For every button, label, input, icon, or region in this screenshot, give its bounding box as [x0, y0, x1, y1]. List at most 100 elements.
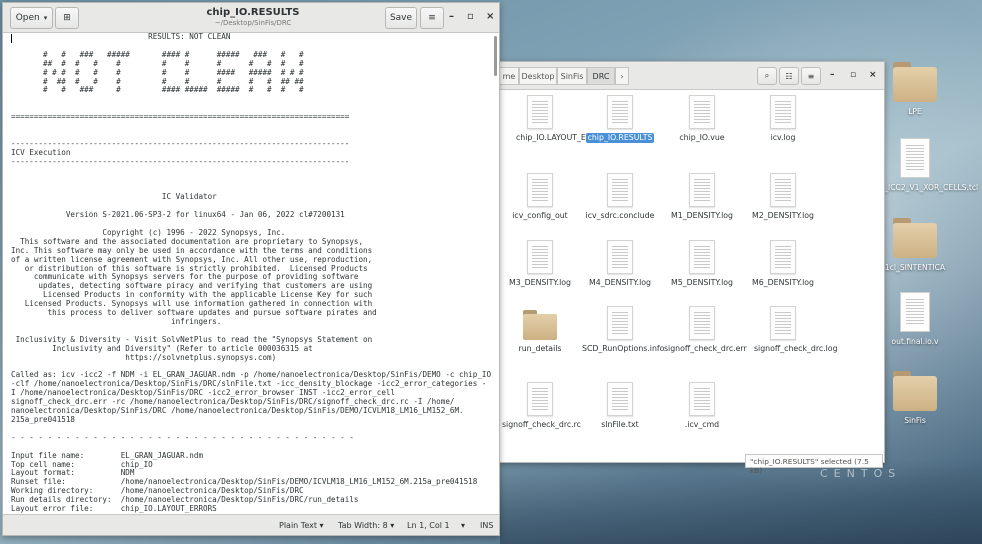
file-label: M1_DENSITY.log [671, 211, 733, 220]
desktop-icon-label: 1cl_SINTENTICA [884, 263, 946, 272]
file-item[interactable]: signoff_check_drc.err [662, 306, 747, 354]
chevron-down-icon: ▾ [319, 521, 324, 530]
file-label: run_details [518, 344, 562, 353]
file-item[interactable]: M4_DENSITY.log [580, 240, 660, 288]
file-item[interactable]: M5_DENSITY.log [662, 240, 742, 288]
text-line [11, 95, 493, 104]
document-icon [900, 138, 930, 178]
desktop-file-tcl[interactable]: F6_ICC2_V1_XOR_CELLS.tcl [875, 138, 978, 192]
insert-mode[interactable]: INS [480, 521, 493, 530]
window-subtitle: ~/Desktop/SinFis/DRC [214, 19, 292, 27]
folder-icon [893, 218, 937, 258]
scrollbar[interactable] [494, 36, 497, 76]
file-item[interactable]: SCD_RunOptions.info [580, 306, 664, 354]
desktop-icon-label: LPE [908, 107, 922, 116]
text-line [11, 176, 493, 185]
file-item[interactable]: M1_DENSITY.log [662, 173, 742, 221]
desktop-file-verilog[interactable]: out.final.io.v [875, 292, 955, 346]
document-icon [689, 306, 715, 340]
file-item[interactable]: icv_config_out [500, 173, 580, 221]
file-item[interactable]: icv_sdrc.conclude [580, 173, 660, 221]
maximize-button[interactable]: ▫ [467, 11, 474, 22]
folder-icon [893, 371, 937, 411]
document-icon [689, 240, 715, 274]
menu-button[interactable]: ≡ [420, 7, 444, 29]
file-label: chip_IO.RESULTS [585, 133, 655, 143]
position-chevron-down-icon[interactable]: ▾ [461, 521, 465, 530]
text-line: IC Validator [11, 192, 217, 202]
breadcrumb-forward-icon[interactable]: › [615, 67, 629, 85]
file-label: M4_DENSITY.log [589, 278, 651, 287]
document-icon [770, 173, 796, 207]
breadcrumb-home[interactable]: me [499, 67, 519, 85]
minimize-button[interactable]: – [830, 70, 835, 80]
file-item[interactable]: M3_DENSITY.log [500, 240, 580, 288]
file-item-selected[interactable]: chip_IO.RESULTS [580, 95, 660, 143]
menu-button[interactable]: ≡ [801, 67, 821, 85]
breadcrumb-desktop[interactable]: Desktop [519, 67, 557, 85]
file-manager-window: me Desktop SinFis DRC › ⌕ ☷ ≡ – ▫ × chip… [499, 61, 885, 475]
text-line: ========================================… [11, 112, 350, 122]
document-icon [900, 292, 930, 332]
list-view-icon: ☷ [785, 71, 793, 81]
file-label: chip_IO.LAYOUT_ERRORS [516, 133, 614, 142]
search-button[interactable]: ⌕ [757, 67, 777, 85]
text-line: ----------------------------------------… [11, 138, 350, 148]
cursor-position[interactable]: Ln 1, Col 1 [407, 521, 450, 530]
minimize-button[interactable]: – [449, 11, 454, 22]
hamburger-icon: ≡ [807, 71, 815, 81]
chevron-down-icon: ▾ [390, 521, 395, 530]
wallpaper-shade [500, 460, 982, 544]
tab-width-selector[interactable]: Tab Width: 8 ▾ [338, 521, 394, 530]
close-button[interactable]: × [869, 70, 877, 80]
folder-icon [893, 62, 937, 102]
open-button[interactable]: Open ▾ [10, 7, 53, 29]
close-button[interactable]: × [486, 11, 494, 22]
breadcrumb-drc[interactable]: DRC [587, 67, 615, 85]
document-icon [527, 382, 553, 416]
file-manager-header: me Desktop SinFis DRC › ⌕ ☷ ≡ – ▫ × [499, 62, 884, 90]
file-label: signoff_check_drc.log [754, 344, 838, 353]
file-item[interactable]: slnFile.txt [580, 382, 660, 430]
file-item[interactable]: chip_IO.LAYOUT_ERRORS [500, 95, 614, 143]
file-item[interactable]: signoff_check_drc.rc [500, 382, 581, 430]
text-view[interactable]: RESULTS: NOT CLEAN # # ### ##### #### # … [3, 33, 499, 514]
folder-item[interactable]: run_details [500, 306, 580, 354]
file-item[interactable]: M6_DENSITY.log [743, 240, 823, 288]
file-item[interactable]: chip_IO.vue [662, 95, 742, 143]
window-title: chip_IO.RESULTS [206, 7, 300, 18]
document-icon [689, 95, 715, 129]
folder-icon [523, 310, 557, 340]
text-line: Version S-2021.06-SP3-2 for linux64 - Ja… [11, 210, 345, 220]
desktop-folder-sinfis[interactable]: SinFis [875, 371, 955, 425]
text-line: 215a_pre041518 [11, 414, 76, 424]
breadcrumb-sinfis[interactable]: SinFis [557, 67, 587, 85]
new-document-button[interactable]: ⊞ [55, 7, 79, 29]
save-button[interactable]: Save [385, 7, 417, 29]
file-label: icv_config_out [512, 211, 568, 220]
document-icon [607, 240, 633, 274]
desktop-folder-lpe[interactable]: LPE [875, 62, 955, 116]
file-label: icv.log [770, 133, 796, 142]
text-line: https://solvnetplus.synopsys.com) [11, 352, 277, 362]
desktop-folder-sintentica[interactable]: 1cl_SINTENTICA [875, 218, 955, 272]
new-document-icon: ⊞ [63, 13, 71, 23]
file-grid: chip_IO.LAYOUT_ERRORS chip_IO.RESULTS ch… [500, 90, 884, 462]
view-options-button[interactable]: ☷ [779, 67, 799, 85]
text-line: Layout error file: chip_IO.LAYOUT_ERRORS [11, 504, 217, 514]
file-label: SCD_RunOptions.info [582, 344, 665, 353]
tab-width-label: Tab Width: 8 [338, 521, 388, 530]
file-item[interactable]: .icv_cmd [662, 382, 742, 430]
centos-brand: CENTOS [820, 467, 902, 480]
text-line [11, 122, 493, 131]
file-label: M6_DENSITY.log [752, 278, 814, 287]
maximize-button[interactable]: ▫ [850, 70, 856, 80]
file-item[interactable]: signoff_check_drc.log [743, 306, 838, 354]
file-label: slnFile.txt [601, 420, 639, 429]
hamburger-icon: ≡ [428, 13, 436, 23]
file-item[interactable]: M2_DENSITY.log [743, 173, 823, 221]
file-label: chip_IO.vue [679, 133, 725, 142]
file-item[interactable]: icv.log [743, 95, 823, 143]
document-icon [689, 173, 715, 207]
syntax-selector[interactable]: Plain Text ▾ [279, 521, 324, 530]
